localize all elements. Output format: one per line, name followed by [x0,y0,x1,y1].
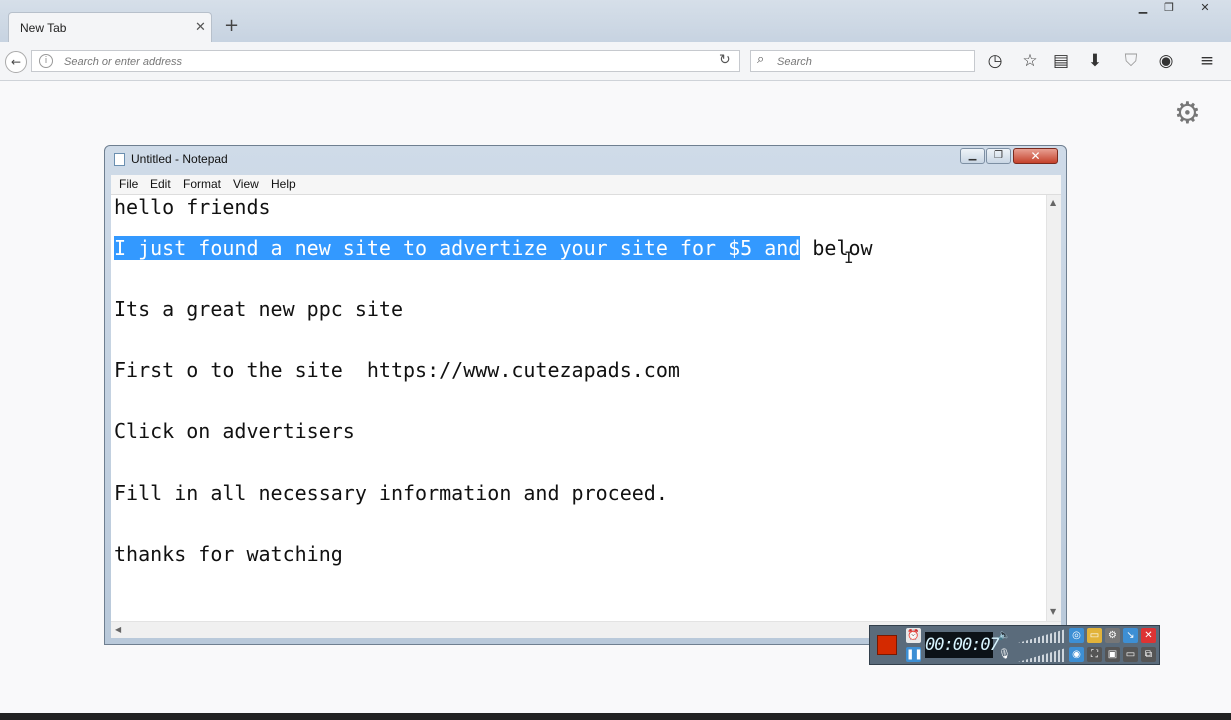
search-bar[interactable]: ⌕ [750,50,975,72]
menu-help[interactable]: Help [271,177,296,191]
close-recorder-icon[interactable]: ✕ [1141,628,1156,643]
notepad-title: Untitled - Notepad [131,152,228,166]
shield-icon[interactable]: ⛉ [1119,50,1143,72]
collapse-arrow-icon[interactable]: ↘ [1123,628,1138,643]
webcam-icon[interactable]: ◎ [1069,628,1084,643]
tab-label: New Tab [20,21,67,35]
tab-strip: New Tab ✕ + ▁ ❐ ✕ [0,0,1231,43]
pause-icon[interactable]: ❚❚ [906,647,923,662]
microphone-icon[interactable]: 🎙 [997,647,1012,662]
minimize-window-button[interactable]: ▁ [1130,0,1156,16]
vertical-scrollbar[interactable]: ▲ ▼ [1046,195,1061,621]
alarm-clock-icon[interactable]: ⏰ [906,628,921,643]
menu-edit[interactable]: Edit [150,177,171,191]
speaker-icon[interactable]: 🔈 [997,628,1012,643]
speaker-volume-slider[interactable] [1018,629,1066,643]
notepad-close-button[interactable]: ✕ [1013,148,1058,164]
text-line: Fill in all necessary information and pr… [114,481,668,505]
text-line: hello friends [114,195,271,219]
screen-region-icon[interactable]: ⧉ [1141,647,1156,662]
reading-list-icon[interactable]: ▤ [1049,50,1073,72]
text-line: Its a great new ppc site [114,297,403,321]
menu-file[interactable]: File [119,177,138,191]
new-tab-plus-icon[interactable]: + [224,16,239,36]
reload-icon[interactable]: ↻ [719,52,731,68]
menu-view[interactable]: View [233,177,259,191]
tab-new-tab[interactable]: New Tab ✕ [8,12,212,43]
search-input[interactable] [775,53,969,71]
info-icon[interactable]: i [39,54,53,68]
notepad-text-area[interactable]: hello friends I just found a new site to… [111,195,1061,621]
back-arrow-icon[interactable]: ← [5,51,27,73]
monitor-icon[interactable]: ▭ [1123,647,1138,662]
window-capture-icon[interactable]: ▣ [1105,647,1120,662]
menu-format[interactable]: Format [183,177,221,191]
notepad-maximize-button[interactable]: ❐ [986,148,1011,164]
screen-recorder-widget: ⏰ ❚❚ 00:00:07 🔈 🎙 ◎ ▭ ⚙ ↘ ✕ ◉ ⛶ ▣ ▭ ⧉ [869,625,1160,665]
bookmark-star-icon[interactable]: ☆ [1018,50,1042,72]
text-line-rest: below [800,236,873,260]
recording-timer: 00:00:07 [925,632,1000,658]
tab-close-icon[interactable]: ✕ [195,20,206,35]
mic-volume-slider[interactable] [1018,648,1066,662]
desktop-bottom-edge [0,713,1231,720]
selected-text: I just found a new site to advertize you… [114,236,801,260]
text-cursor-icon: I [844,248,854,267]
cursor-highlight-icon[interactable]: ◉ [1069,647,1084,662]
scroll-left-arrow-icon[interactable]: ◀ [115,625,121,634]
text-line: thanks for watching [114,542,343,566]
url-input[interactable] [62,53,686,71]
text-line: First o to the site https://www.cutezapa… [114,358,680,382]
url-bar[interactable]: i ↻ [31,50,740,72]
search-icon: ⌕ [757,52,765,67]
hamburger-menu-icon[interactable]: ≡ [1195,50,1219,72]
scroll-up-arrow-icon[interactable]: ▲ [1050,198,1056,207]
notepad-minimize-button[interactable]: ▁ [960,148,985,164]
gear-icon[interactable]: ⚙ [1174,96,1201,131]
navigation-toolbar: ← i ↻ ⌕ ◷ ☆ ▤ ⬇ ⛉ ◉ ≡ [0,42,1231,81]
record-stop-button[interactable] [877,635,897,655]
notepad-window: Untitled - Notepad ▁ ❐ ✕ File Edit Forma… [104,145,1067,645]
folder-icon[interactable]: ▭ [1087,628,1102,643]
close-window-button[interactable]: ✕ [1192,0,1218,16]
text-line: Click on advertisers [114,419,355,443]
restore-window-button[interactable]: ❐ [1156,0,1182,16]
history-clock-icon[interactable]: ◷ [983,50,1007,72]
notepad-menubar: File Edit Format View Help [111,175,1061,195]
fullscreen-icon[interactable]: ⛶ [1087,647,1102,662]
text-line: I just found a new site to advertize you… [114,236,873,260]
download-arrow-icon[interactable]: ⬇ [1083,50,1107,72]
notepad-icon [114,153,125,166]
scroll-down-arrow-icon[interactable]: ▼ [1050,607,1056,616]
account-icon[interactable]: ◉ [1154,50,1178,72]
settings-gear-icon[interactable]: ⚙ [1105,628,1120,643]
